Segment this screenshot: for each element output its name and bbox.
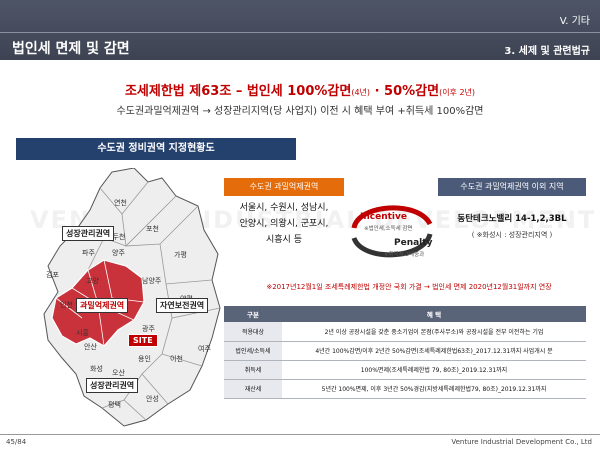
place-goyang: 고양 [86,277,99,285]
tag-growth-management-top: 성장관리권역 [62,226,115,241]
extension-notice: ※2017년12월1일 조세특례제한법 개정안 국회 가결 → 법인세 면제 2… [266,283,552,291]
page-title: 법인세 면제 및 감면 [12,41,130,57]
place-pyeongtaek: 평택 [108,401,121,409]
place-ansan: 안산 [84,343,97,351]
place-gapyeong: 가평 [174,251,187,259]
place-yangju: 양주 [112,249,125,257]
place-icheon: 이천 [170,355,183,363]
map-banner: 수도권 정비권역 지정현황도 [16,138,296,160]
headline-part1: 조세제한법 제63조 – 법인세 100%감면 [124,84,352,99]
table-cell-benefit: 2년 이상 공장시설을 갖춘 중소기업이 본점(주사무소)와 공장시설을 전부 … [282,322,586,342]
tag-growth-management-bottom: 성장관리권역 [86,378,139,393]
place-yeoju: 여주 [198,345,211,353]
subline: 수도권과밀억제권역 → 성장관리지역(당 사업지) 이전 시 혜택 부여 +취득… [116,106,484,117]
region-map: 연천 포천 파주 양주 동두천 가평 김포 고양 남양주 양평 인천 시흥 안산… [42,167,222,430]
table-cell-benefit: 100%면제(조세특례제한법 79, 80조)_2019.12.31까지 [282,360,586,380]
table-cell-benefit: 4년간 100%감면/이후 2년간 50%감면(조세특례제한법63조)_2017… [282,341,586,361]
penalty-label: Penalty [394,238,433,248]
table-row: 재산세 5년간 100%면제, 이후 3년간 50%경감(지방세특례제한법79,… [224,379,586,399]
benefits-table: 구분 혜 택 적용대상 2년 이상 공장시설을 갖춘 중소기업이 본점(주사무소… [224,306,586,399]
headline-small2: (이후 2년) [439,88,476,97]
place-hwaseong: 화성 [90,365,103,373]
table-cell-category: 재산세 [224,379,282,399]
section-label: V. 기타 [559,16,590,27]
page-subtitle: 3. 세제 및 관련법규 [504,46,590,57]
header-divider [0,32,600,33]
overcrowded-panel-body: 서울시, 수원시, 성남시, 안양시, 의왕시, 군포시, 시흥시 등 [224,200,344,262]
table-row: 적용대상 2년 이상 공장시설을 갖춘 중소기업이 본점(주사무소)와 공장시설… [224,322,586,342]
place-paju: 파주 [82,249,95,257]
place-incheon: 인천 [60,301,73,309]
header-bar: V. 기타 법인세 면제 및 감면 3. 세제 및 관련법규 [0,0,600,60]
table-cell-benefit: 5년간 100%면제, 이후 3년간 50%경감(지방세특례제한법79, 80조… [282,379,586,399]
place-namyangju: 남양주 [142,277,162,285]
tag-overcrowded-zone: 과밀억제권역 [76,298,129,313]
table-cell-category: 취득세 [224,360,282,380]
incentive-label: Incentive [360,212,407,222]
place-gimpo: 김포 [46,271,59,279]
headline-part2: · 50%감면 [370,84,440,99]
overcrowded-line-3: 시흥시 등 [266,235,302,245]
incentive-note: ※법인세,소득세 감면 [364,226,413,232]
table-row: 법인세/소득세 4년간 100%감면/이후 2년간 50%감면(조세특례제한법6… [224,341,586,361]
headline: 조세제한법 제63조 – 법인세 100%감면(4년) · 50%감면(이후 2… [0,80,600,99]
overcrowded-panel-header: 수도권 과밀억제권역 [224,178,344,196]
outside-zone-panel-body: 동탄테크노밸리 14-1,2,3BL ( ※화성시 : 성장관리지역 ) [438,212,586,240]
footer-divider [0,434,600,435]
table-row: 취득세 100%면제(조세특례제한법 79, 80조)_2019.12.31까지 [224,360,586,380]
overcrowded-line-2: 안양시, 의왕시, 군포시, [239,219,329,229]
place-osan: 오산 [112,369,125,377]
place-gwangju: 광주 [142,325,155,333]
place-pocheon: 포천 [146,225,159,233]
table-cell-category: 적용대상 [224,322,282,342]
table-cell-category: 법인세/소득세 [224,341,282,361]
page-number: 45/84 [6,438,27,446]
outside-zone-note: ( ※화성시 : 성장관리지역 ) [471,231,553,239]
outside-zone-panel-header: 수도권 과밀억제권역 이외 지역 [438,178,586,196]
site-marker: SITE [128,334,158,347]
place-yongin: 용인 [138,355,151,363]
headline-small1: (4년) [351,88,371,97]
place-anseong: 안성 [146,395,159,403]
overcrowded-line-1: 서울시, 수원시, 성남시, [239,203,329,213]
table-header-benefit: 혜 택 [282,306,586,322]
table-header-row: 구분 혜 택 [224,306,586,322]
penalty-note: ※취득세 3배중과 [384,252,425,258]
place-siheung: 시흥 [76,329,89,337]
table-header-category: 구분 [224,306,282,322]
tag-conservation-zone: 자연보전권역 [156,298,209,313]
company-name: Venture Industrial Development Co., Ltd [451,438,592,446]
place-yeoncheon: 연천 [114,199,127,207]
outside-zone-location: 동탄테크노밸리 14-1,2,3BL [457,214,567,224]
